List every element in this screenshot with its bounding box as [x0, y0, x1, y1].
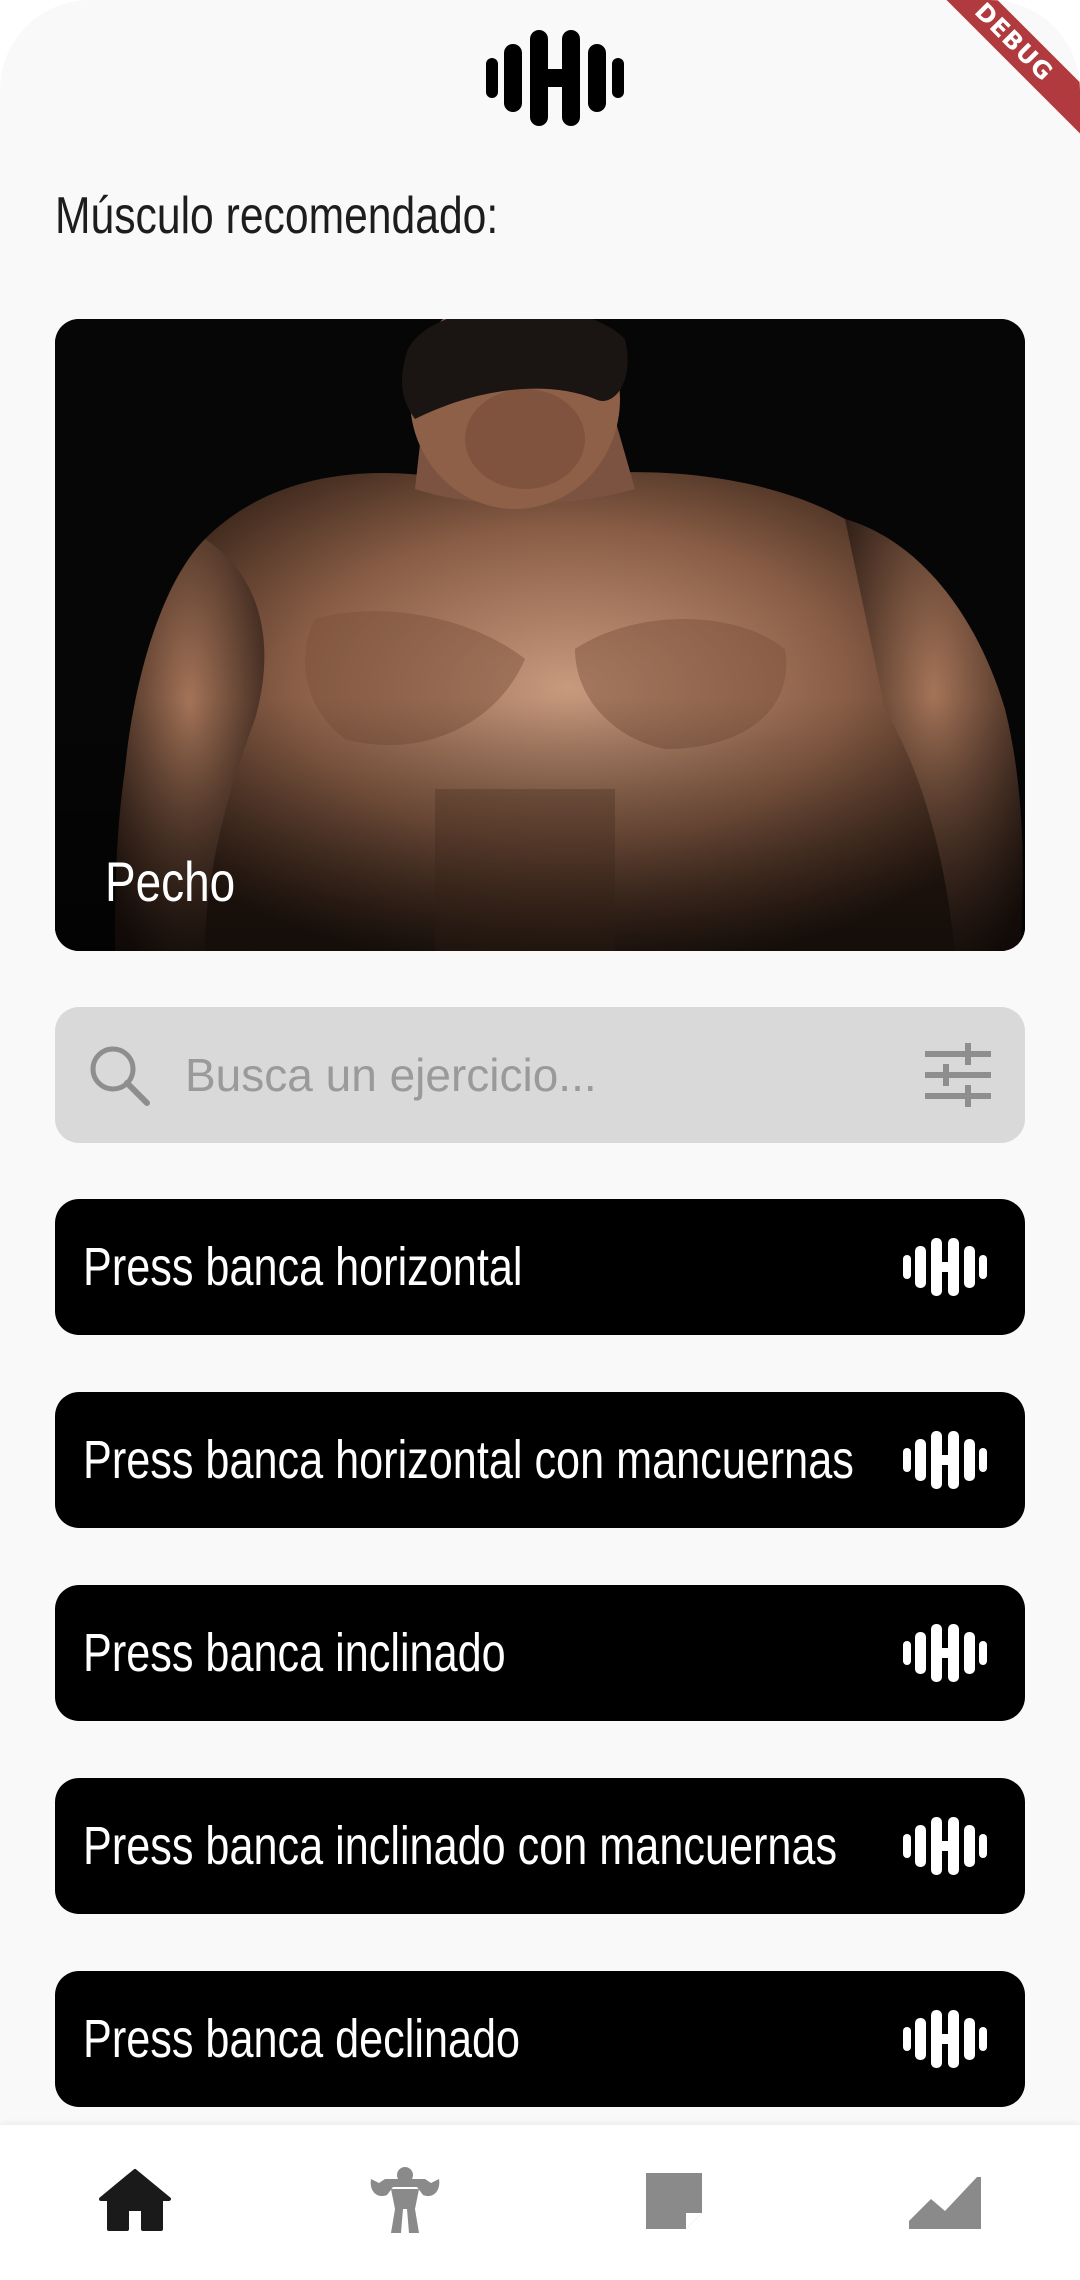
exercise-item[interactable]: Press banca declinado [55, 1971, 1025, 2107]
recommended-muscle-name: Pecho [105, 850, 236, 913]
exercise-list: Press banca horizontal Press banca horiz… [55, 1199, 1025, 2164]
exercise-name: Press banca horizontal [83, 1237, 523, 1297]
dumbbell-icon [903, 1238, 987, 1296]
app-screen: DEBUG Músculo recomendado: Pecho Busca u… [0, 0, 1080, 2280]
exercise-item[interactable]: Press banca inclinado con mancuernas [55, 1778, 1025, 1914]
note-icon[interactable] [634, 2165, 714, 2235]
exercise-name: Press banca declinado [83, 2009, 521, 2069]
search-input[interactable] [185, 1035, 865, 1115]
recommended-muscle-title: Músculo recomendado: [55, 187, 499, 245]
progress-chart-icon[interactable] [905, 2165, 985, 2235]
exercise-item[interactable]: Press banca horizontal con mancuernas [55, 1392, 1025, 1528]
muscle-body-icon[interactable] [365, 2165, 445, 2235]
dumbbell-icon [903, 2010, 987, 2068]
dumbbell-icon [486, 30, 624, 126]
bottom-navigation [0, 2125, 1080, 2280]
filter-sliders-icon[interactable] [925, 1043, 991, 1107]
exercise-item[interactable]: Press banca inclinado [55, 1585, 1025, 1721]
search-icon [90, 1046, 150, 1106]
dumbbell-icon [903, 1817, 987, 1875]
debug-banner: DEBUG [916, 0, 1080, 140]
search-bar[interactable] [55, 1007, 1025, 1143]
home-icon[interactable] [95, 2165, 175, 2235]
exercise-name: Press banca horizontal con mancuernas [83, 1430, 854, 1490]
dumbbell-icon [903, 1624, 987, 1682]
recommended-muscle-card[interactable]: Pecho [55, 319, 1025, 951]
exercise-item[interactable]: Press banca horizontal [55, 1199, 1025, 1335]
exercise-name: Press banca inclinado con mancuernas [83, 1816, 838, 1876]
dumbbell-icon [903, 1431, 987, 1489]
exercise-name: Press banca inclinado [83, 1623, 506, 1683]
